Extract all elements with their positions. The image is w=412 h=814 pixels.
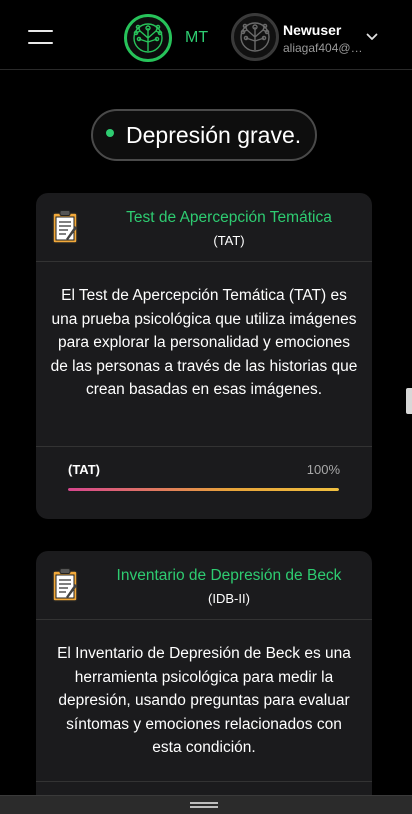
bottom-panel-bar <box>0 795 412 814</box>
status-dot <box>106 129 114 137</box>
test-card-tat[interactable]: Test de Apercepción Temática (TAT) El Te… <box>36 193 372 519</box>
brain-tree-icon <box>240 22 270 52</box>
card-header: Test de Apercepción Temática (TAT) <box>36 193 372 262</box>
scrollbar-grip[interactable] <box>406 388 412 414</box>
drag-handle-icon[interactable] <box>190 802 218 808</box>
diagnosis-status-label: Depresión grave. <box>126 121 302 148</box>
user-avatar[interactable] <box>231 13 279 61</box>
brain-tree-icon <box>133 23 163 53</box>
progress-bar <box>68 488 339 491</box>
progress-label: (TAT) <box>68 462 100 477</box>
clipboard-icon <box>52 210 78 244</box>
progress-percent: 100% <box>306 462 340 477</box>
user-name[interactable]: Newuser <box>283 22 341 38</box>
progress-bar-fill <box>68 488 339 491</box>
card-description: El Test de Apercepción Temática (TAT) es… <box>50 287 358 398</box>
brand-logo[interactable] <box>124 14 172 62</box>
clipboard-icon <box>52 568 78 602</box>
user-email: aliagaf404@gmail.com <box>283 41 368 55</box>
test-card-idb[interactable]: Inventario de Depresión de Beck (IDB-II)… <box>36 551 372 811</box>
card-description: El Inventario de Depresión de Beck es un… <box>57 645 351 756</box>
card-title: Test de Apercepción Temática <box>126 209 332 226</box>
diagnosis-status-pill: Depresión grave. <box>91 109 317 161</box>
card-progress: (TAT) 100% <box>36 446 372 519</box>
chevron-down-icon[interactable] <box>366 32 378 42</box>
card-header: Inventario de Depresión de Beck (IDB-II) <box>36 551 372 620</box>
card-title: Inventario de Depresión de Beck <box>116 567 342 584</box>
card-abbreviation: (TAT) <box>213 233 245 248</box>
top-navbar: MT Newuser aliagaf404@gmail.com <box>0 0 412 70</box>
hamburger-menu-icon[interactable] <box>28 28 53 46</box>
brand-initials: MT <box>185 29 209 46</box>
card-abbreviation: (IDB-II) <box>208 591 250 606</box>
